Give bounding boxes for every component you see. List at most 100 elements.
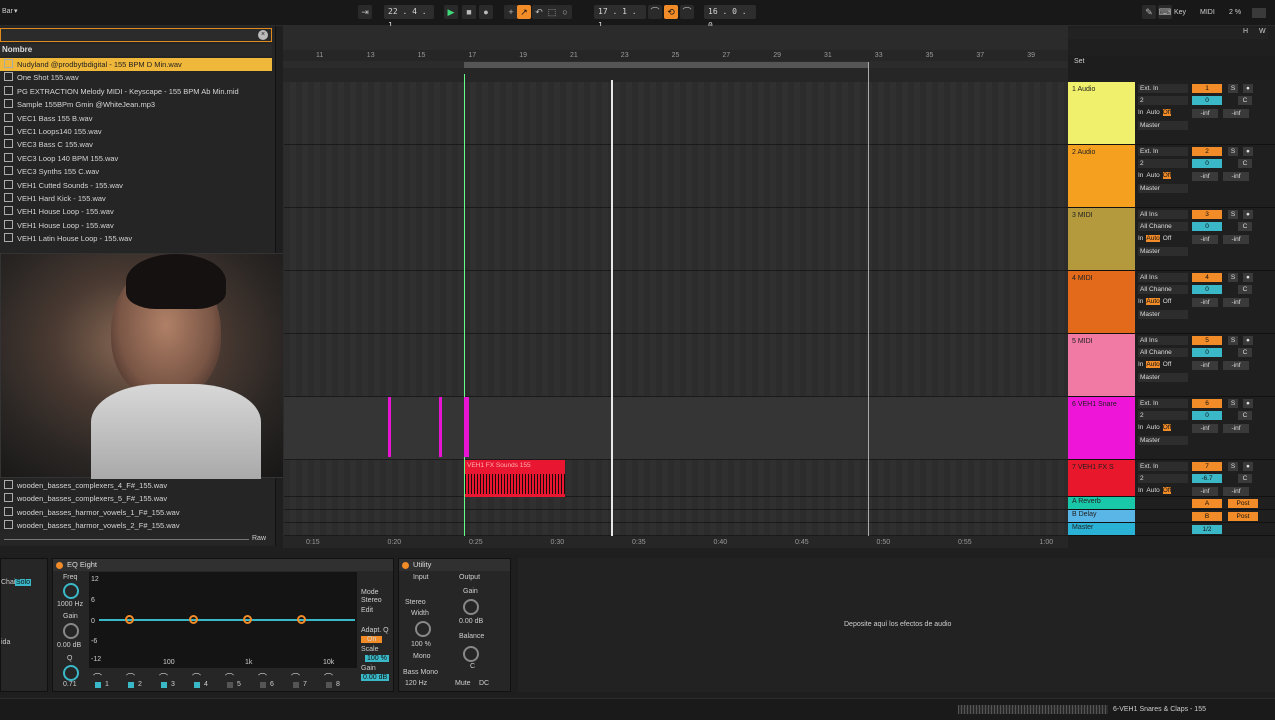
pan-knob[interactable]: C <box>1238 222 1252 231</box>
volume-field[interactable]: 0 <box>1192 285 1222 294</box>
computer-keyboard-icon[interactable]: ⌨ <box>1158 5 1172 19</box>
mono-toggle[interactable]: Mono <box>413 653 431 660</box>
eq-band-node[interactable] <box>125 615 134 624</box>
width-knob[interactable] <box>415 621 431 637</box>
send-a[interactable]: -inf <box>1192 424 1218 433</box>
punch-in-icon[interactable]: ⌒ <box>648 5 662 19</box>
eq-band-select[interactable]: ⌒ 5 <box>225 671 253 689</box>
monitor-off[interactable]: Off <box>1162 109 1172 116</box>
adapt-q-toggle[interactable]: On <box>361 636 383 643</box>
monitor-switch[interactable]: In Auto Off <box>1138 487 1188 496</box>
solo-button[interactable]: S <box>1228 210 1238 219</box>
bass-mono-freq[interactable]: 120 Hz <box>405 680 427 687</box>
send-b[interactable]: -inf <box>1223 109 1249 118</box>
browser-item[interactable]: VEH1 House Loop - 155.wav <box>0 205 272 218</box>
browser-item[interactable]: VEC3 Synths 155 C.wav <box>0 165 272 178</box>
output-select[interactable]: Master <box>1138 373 1188 382</box>
browser-column-header[interactable]: Nombre <box>0 44 272 56</box>
track-title-bar[interactable]: 4 MIDI <box>1068 271 1135 333</box>
track-title-bar[interactable]: B Delay <box>1068 510 1135 522</box>
browser-item[interactable]: VEH1 Cutted Sounds - 155.wav <box>0 179 272 192</box>
send-a[interactable]: -inf <box>1192 487 1218 496</box>
eq-title[interactable]: EQ Eight <box>53 559 393 571</box>
track-activator[interactable]: 1 <box>1192 84 1222 93</box>
input-type-select[interactable]: All Ins <box>1138 336 1188 345</box>
snare-clip[interactable] <box>439 397 442 457</box>
set-label[interactable]: Set <box>1074 58 1085 65</box>
arm-button[interactable]: ● <box>1243 84 1253 93</box>
monitor-in[interactable]: In <box>1138 109 1143 116</box>
mute-toggle[interactable]: Mute <box>455 680 471 687</box>
utility-title[interactable]: Utility <box>399 559 510 571</box>
arrangement-track-lane[interactable] <box>284 208 1068 271</box>
monitor-off[interactable]: Off <box>1162 487 1172 494</box>
input-channel-select[interactable]: All Channe <box>1138 222 1188 231</box>
master-lane[interactable] <box>284 523 1068 536</box>
solo-tag[interactable]: Solo <box>15 579 32 586</box>
volume-field[interactable]: 0 <box>1192 96 1222 105</box>
q-knob[interactable] <box>63 665 79 681</box>
monitor-auto[interactable]: Auto <box>1146 235 1160 242</box>
freq-value[interactable]: 1000 Hz <box>57 601 83 608</box>
arm-button[interactable]: ● <box>1243 210 1253 219</box>
arrangement-track-lane[interactable] <box>284 397 1068 460</box>
pan-knob[interactable]: C <box>1238 474 1252 483</box>
gain-knob[interactable] <box>463 599 479 615</box>
arrangement-track-lane[interactable] <box>284 82 1068 145</box>
track-title-bar[interactable]: 2 Audio <box>1068 145 1135 207</box>
monitor-switch[interactable]: In Auto Off <box>1138 298 1188 307</box>
loop-start-field[interactable]: 17 . 1 . 1 <box>594 5 646 30</box>
track-activator[interactable]: 7 <box>1192 462 1222 471</box>
monitor-off[interactable]: Off <box>1162 424 1172 431</box>
post-toggle[interactable]: Post <box>1228 512 1258 521</box>
balance-value[interactable]: C <box>470 663 475 670</box>
track-title-bar[interactable]: 1 Audio <box>1068 82 1135 144</box>
input-type-select[interactable]: Ext. In <box>1138 84 1188 93</box>
arrangement-track-lane[interactable] <box>284 145 1068 208</box>
pan-knob[interactable]: C <box>1238 411 1252 420</box>
monitor-in[interactable]: In <box>1138 424 1143 431</box>
preview-waveform[interactable]: Raw <box>0 533 272 545</box>
track-title-bar[interactable]: 5 MIDI <box>1068 334 1135 396</box>
monitor-auto[interactable]: Auto <box>1146 172 1159 179</box>
band-on-toggle[interactable] <box>128 682 134 688</box>
bar-menu[interactable]: Bar <box>2 8 13 15</box>
volume-field[interactable]: -6.7 <box>1192 474 1222 483</box>
browser-item[interactable]: PG EXTRACTION Melody MIDI - Keyscape - 1… <box>0 85 272 98</box>
input-type-select[interactable]: Ext. In <box>1138 399 1188 408</box>
browser-item[interactable]: wooden_basses_complexers_5_F#_155.wav <box>0 492 272 505</box>
send-b[interactable]: -inf <box>1223 235 1249 244</box>
output-select[interactable]: Master <box>1138 436 1188 445</box>
browser-item[interactable]: One Shot 155.wav <box>0 71 272 84</box>
key-map-button[interactable]: Key <box>1174 9 1186 16</box>
loop-length-field[interactable]: 16 . 0 . 0 <box>704 5 756 30</box>
browser-search[interactable]: × <box>0 28 272 42</box>
balance-knob[interactable] <box>463 646 479 662</box>
eq-band-select[interactable]: ⌒ 1 <box>93 671 121 689</box>
eq-band-select[interactable]: ⌒ 4 <box>192 671 220 689</box>
input-type-select[interactable]: All Ins <box>1138 210 1188 219</box>
monitor-auto[interactable]: Auto <box>1146 298 1160 305</box>
send-b[interactable]: -inf <box>1223 424 1249 433</box>
width-value[interactable]: 100 % <box>411 641 431 648</box>
monitor-switch[interactable]: In Auto Off <box>1138 361 1188 370</box>
input-channel-select[interactable]: 2 <box>1138 159 1188 168</box>
input-channel-select[interactable]: All Channe <box>1138 348 1188 357</box>
track-activator[interactable]: 3 <box>1192 210 1222 219</box>
arrangement-track-lane[interactable] <box>284 460 1068 497</box>
monitor-auto[interactable]: Auto <box>1146 487 1159 494</box>
automation-arm-icon[interactable]: ↗ <box>517 5 531 19</box>
input-channel-select[interactable]: 2 <box>1138 96 1188 105</box>
output-select[interactable]: Master <box>1138 310 1188 319</box>
play-button[interactable]: ▶ <box>444 5 458 19</box>
track-activator[interactable]: 2 <box>1192 147 1222 156</box>
send-a[interactable]: -inf <box>1192 298 1218 307</box>
close-icon[interactable]: × <box>258 30 268 40</box>
solo-button[interactable]: S <box>1228 84 1238 93</box>
send-a[interactable]: -inf <box>1192 235 1218 244</box>
scale-value[interactable]: 100 % <box>365 655 389 662</box>
q-value[interactable]: 0.71 <box>63 681 77 688</box>
draw-mode-icon[interactable]: ✎ <box>1142 5 1156 19</box>
dc-toggle[interactable]: DC <box>479 680 489 687</box>
gain-value[interactable]: 0.00 dB <box>57 642 81 649</box>
